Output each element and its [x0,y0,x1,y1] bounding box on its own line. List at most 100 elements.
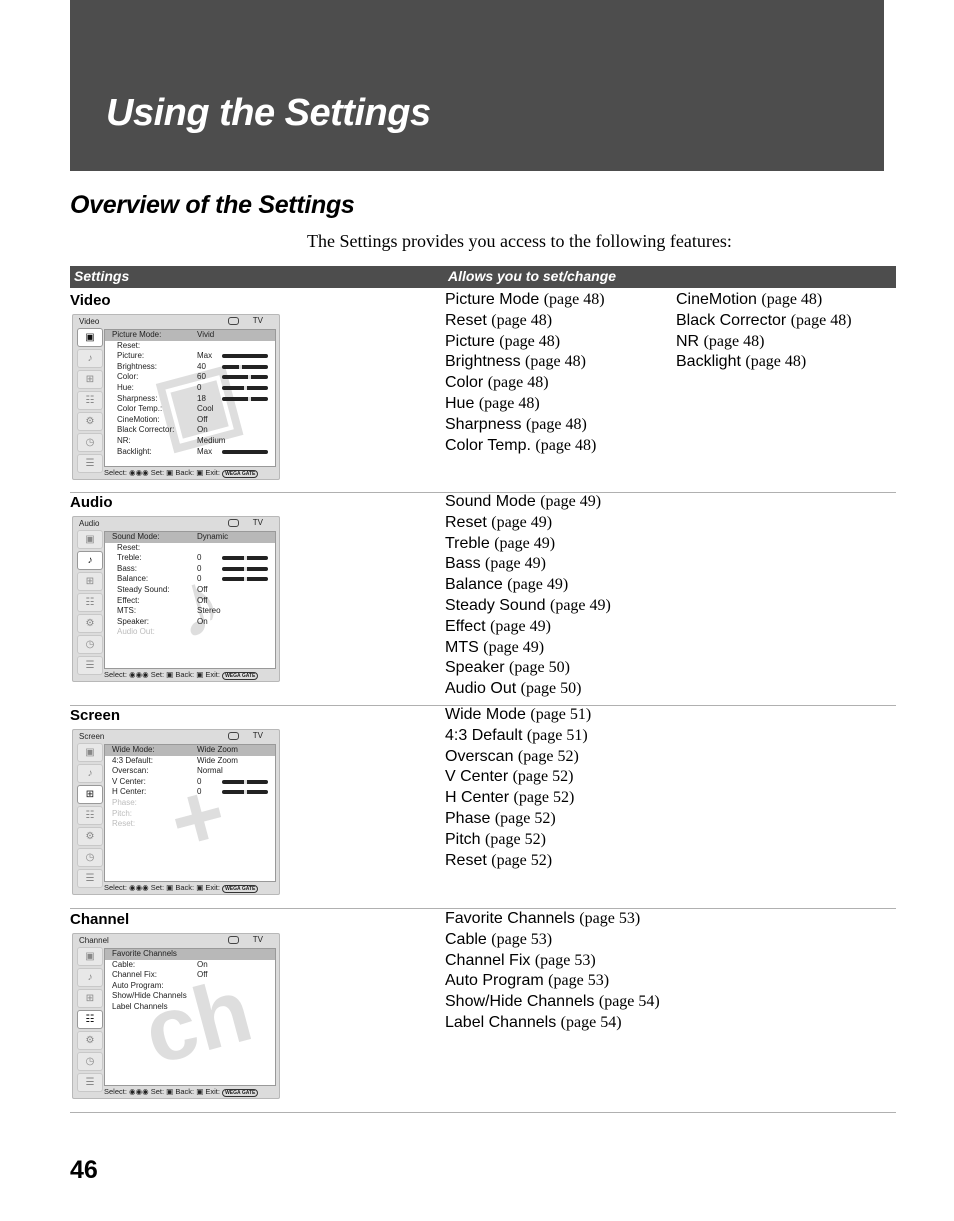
menu-footer: Select: ◉◉◉ Set: ▣ Back: ▣ Exit: WEGA GA… [104,670,259,680]
menu-item-value: 18 [197,393,206,403]
feature-name: Cable [445,930,487,948]
feature-page-ref: (page 48) [543,291,605,308]
feature-link[interactable]: Picture Mode (page 48) [445,290,605,311]
menu-item: Balance: 0 [105,574,275,585]
feature-link[interactable]: Label Channels (page 54) [445,1013,660,1034]
feature-link[interactable]: Show/Hide Channels (page 54) [445,992,660,1013]
feature-page-ref: (page 52) [512,768,574,786]
feature-name: Balance [445,576,503,594]
feature-link[interactable]: 4:3 Default (page 51) [445,726,591,747]
feature-page-ref: (page 48) [745,353,807,371]
feature-name: Pitch [445,830,481,848]
feature-name: CineMotion [676,291,757,308]
menu-slider [222,566,268,571]
feature-link[interactable]: Favorite Channels (page 53) [445,909,660,930]
feature-link[interactable]: Auto Program (page 53) [445,971,660,992]
timer-icon: ◷ [77,848,103,867]
timer-icon: ◷ [77,635,103,654]
feature-link[interactable]: Steady Sound (page 49) [445,596,611,617]
feature-link[interactable]: Reset (page 49) [445,513,611,534]
feature-link[interactable]: Reset (page 48) [445,311,605,332]
feature-page-ref: (page 48) [478,394,540,412]
feature-link[interactable]: Picture (page 48) [445,332,605,353]
row-label: Screen [70,707,121,724]
features-column-1: Picture Mode (page 48) Reset (page 48) Pic… [445,290,605,456]
menu-item-label: Picture: [117,351,145,361]
feature-link[interactable]: CineMotion (page 48) [676,290,852,311]
feature-name: MTS [445,638,479,656]
menu-panel: ch Favorite Channels Cable: On Channel Fix: O… [104,948,276,1086]
feature-link[interactable]: Channel Fix (page 53) [445,951,660,972]
menu-slider [222,385,268,390]
menu-item-label: Auto Program: [112,980,164,990]
menu-item-label: Sound Mode: [112,532,160,541]
menu-item-label: Reset: [117,340,141,350]
feature-name: Effect [445,617,486,635]
menu-item: Backlight: Max [105,447,275,458]
feature-link[interactable]: H Center (page 52) [445,788,591,809]
section-title: Overview of the Settings [70,191,355,219]
menu-title: Screen [79,732,105,741]
feature-link[interactable]: Treble (page 49) [445,534,611,555]
menu-item: Brightness: 40 [105,362,275,373]
wega-gate-button-icon: WEGA GATE [222,885,259,893]
menu-item-label: Color Temp.: [117,404,163,414]
menu-sidebar: ▣ ♪ ⊞ ☷ ⚙ ◷ ☰ [77,743,104,890]
menu-item-value: Cool [197,404,214,414]
feature-link[interactable]: Audio Out (page 50) [445,679,611,700]
menu-item-label: Cable: [112,959,136,969]
feature-link[interactable]: MTS (page 49) [445,638,611,659]
slider-knob [248,375,251,380]
footer-back-label: Back: [175,883,195,892]
feature-link[interactable]: Color (page 48) [445,373,605,394]
menu-input-label: TV [252,518,263,527]
feature-link[interactable]: V Center (page 52) [445,767,591,788]
feature-link[interactable]: Brightness (page 48) [445,352,605,373]
feature-link[interactable]: Hue (page 48) [445,394,605,415]
menu-item-label: Speaker: [117,616,150,626]
video-icon: ▣ [77,743,103,762]
feature-page-ref: (page 49) [549,596,611,614]
footer-exit-label: Exit: [205,468,220,477]
menu-item-value: Off [197,584,208,594]
wega-gate-button-icon: WEGA GATE [222,1089,259,1097]
slider-knob [244,790,247,795]
menu-item-value: On [197,616,208,626]
feature-link[interactable]: Effect (page 49) [445,617,611,638]
menu-item: MTS: Stereo [105,606,275,617]
feature-link[interactable]: Color Temp. (page 48) [445,436,605,457]
feature-link[interactable]: Speaker (page 50) [445,658,611,679]
feature-link[interactable]: Phase (page 52) [445,809,591,830]
feature-link[interactable]: Sound Mode (page 49) [445,492,611,513]
timer-icon: ◷ [77,1052,103,1071]
menu-item-value: 40 [197,361,206,371]
feature-link[interactable]: Wide Mode (page 51) [445,705,591,726]
slider-knob [244,577,247,582]
feature-link[interactable]: Cable (page 53) [445,930,660,951]
menu-item: Color Temp.: Cool [105,404,275,415]
menu-footer: Select: ◉◉◉ Set: ▣ Back: ▣ Exit: WEGA GA… [104,1087,259,1097]
feature-page-ref: (page 48) [487,374,549,392]
menu-item-label: MTS: [117,606,137,616]
feature-link[interactable]: Sharpness (page 48) [445,415,605,436]
feature-link[interactable]: Pitch (page 52) [445,830,591,851]
setup-icon: ☰ [77,1073,103,1092]
menu-slider [222,779,268,784]
feature-page-ref: (page 49) [507,576,569,594]
feature-link[interactable]: Overscan (page 52) [445,747,591,768]
feature-link[interactable]: Backlight (page 48) [676,352,852,373]
feature-link[interactable]: Black Corrector (page 48) [676,311,852,332]
feature-link[interactable]: NR (page 48) [676,332,852,353]
feature-page-ref: (page 49) [483,638,545,656]
menu-item: Black Corrector: On [105,425,275,436]
feature-link[interactable]: Reset (page 52) [445,851,591,872]
tv-menu-screenshot: Screen TV ▣ ♪ ⊞ ☷ ⚙ ◷ ☰ + Wide Mode: Wide Zoom 4:3 D… [72,729,280,895]
feature-name: Speaker [445,659,505,677]
page-number: 46 [70,1156,98,1184]
menu-item-label: Bass: [117,563,138,573]
feature-link[interactable]: Bass (page 49) [445,554,611,575]
feature-link[interactable]: Balance (page 49) [445,575,611,596]
footer-back-button-icon: ▣ [194,1087,206,1096]
slider-knob [244,779,247,784]
feature-name: Overscan [445,747,514,765]
